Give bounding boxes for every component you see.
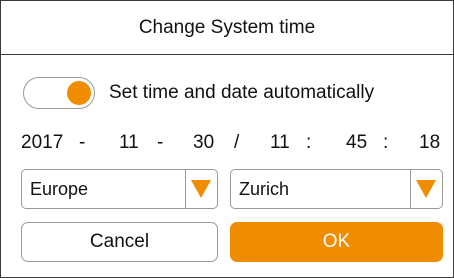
- minute-value[interactable]: 45: [346, 132, 367, 154]
- date-separator: -: [79, 132, 86, 153]
- city-select-value: Zurich: [239, 179, 290, 199]
- time-separator: :: [383, 132, 389, 153]
- second-value[interactable]: 18: [419, 132, 440, 154]
- dropdown-arrow-icon[interactable]: [191, 180, 211, 198]
- select-divider: [410, 170, 411, 208]
- date-time-separator: /: [234, 132, 240, 153]
- datetime-display: 2017 - 11 - 30 / 11 : 45 : 18: [21, 132, 445, 156]
- auto-time-row: Set time and date automatically: [23, 77, 374, 109]
- auto-time-label: Set time and date automatically: [109, 82, 375, 103]
- select-divider: [185, 170, 186, 208]
- region-select-value: Europe: [30, 179, 89, 199]
- dropdown-arrow-icon[interactable]: [416, 180, 436, 198]
- toggle-knob: [67, 81, 91, 105]
- year-value[interactable]: 2017: [21, 132, 63, 154]
- dialog-title: Change System time: [1, 1, 453, 55]
- time-separator: :: [306, 132, 312, 153]
- ok-button[interactable]: OK: [230, 222, 443, 262]
- day-value[interactable]: 30: [193, 132, 214, 154]
- region-select[interactable]: Europe: [21, 169, 218, 209]
- city-select[interactable]: Zurich: [230, 169, 443, 209]
- auto-time-toggle[interactable]: [23, 77, 95, 109]
- cancel-button[interactable]: Cancel: [21, 222, 218, 262]
- date-separator: -: [157, 132, 164, 153]
- hour-value[interactable]: 11: [270, 132, 290, 154]
- change-system-time-dialog: Change System time Set time and date aut…: [0, 0, 454, 278]
- month-value[interactable]: 11: [119, 132, 139, 154]
